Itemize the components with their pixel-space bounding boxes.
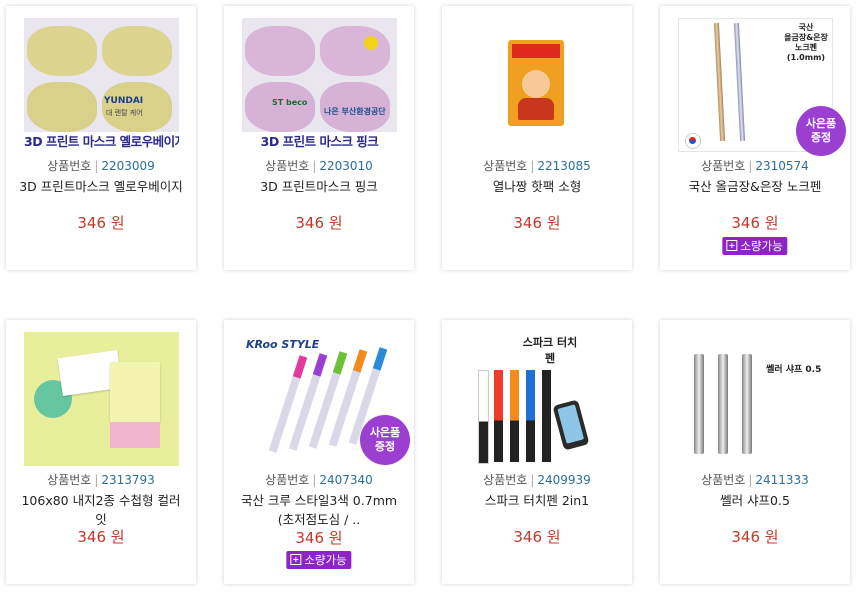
code-label: 상품번호 — [483, 159, 528, 173]
silver-pen — [733, 22, 746, 142]
plus-box-icon — [726, 240, 738, 251]
product-code-line: 상품번호 | 2213085 — [483, 159, 591, 173]
product-code: 2213085 — [537, 159, 591, 173]
product-code: 2411333 — [755, 473, 809, 487]
product-name[interactable]: 국산 크루 스타일3색 0.7mm (초저점도심 / .. — [234, 491, 404, 529]
product-code: 2310574 — [755, 159, 809, 173]
mask-logo-sub: 나은 부산환경공단 — [324, 107, 386, 116]
small-quantity-badge: 소량가능 — [722, 237, 788, 255]
product-image[interactable] — [24, 332, 179, 466]
product-name[interactable]: 쎌러 샤프0.5 — [670, 491, 840, 510]
code-label: 상품번호 — [265, 473, 310, 487]
product-price: 346 원 — [513, 214, 561, 232]
code-label: 상품번호 — [47, 159, 92, 173]
product-name[interactable]: 국산 올금장&은장 노크펜 — [670, 177, 840, 196]
product-price: 346 원 — [295, 214, 343, 232]
product-image[interactable]: 스파크 터치펜 — [460, 332, 615, 466]
mask-logo: ST beco — [272, 98, 308, 107]
gift-badge: 사은품 증정 — [796, 106, 846, 156]
product-card[interactable]: KRoo STYLE 사은품 증정 상품번호 | 2407340 국산 크루 스타일… — [224, 320, 414, 584]
product-image[interactable] — [460, 18, 615, 152]
code-label: 상품번호 — [701, 159, 746, 173]
product-card[interactable]: 상품번호 | 2213085 열나짱 핫팩 소형 346 원 — [442, 6, 632, 270]
product-code-line: 상품번호 | 2407340 — [265, 473, 373, 487]
product-image[interactable]: 쎌러 샤프 0.5 — [678, 332, 833, 466]
promo-title: 쎌러 샤프 0.5 — [766, 365, 822, 375]
promo-title: 국산 올금장&은장 노크펜 (1.0mm) — [784, 23, 828, 62]
product-card[interactable]: 쎌러 샤프 0.5 상품번호 | 2411333 쎌러 샤프0.5 346 원 — [660, 320, 850, 584]
product-name[interactable]: 3D 프린트마스크 핑크 — [234, 177, 404, 196]
product-code: 2409939 — [537, 473, 591, 487]
product-card[interactable]: YUNDAI 대 렌탈 케어 3D 프린트 마스크 옐로우베이지 상품번호 | 22… — [6, 6, 196, 270]
mask-logo: YUNDAI — [104, 96, 144, 106]
product-price: 346 원 — [77, 214, 125, 232]
small-quantity-badge: 소량가능 — [286, 551, 352, 569]
product-card[interactable]: 국산 올금장&은장 노크펜 (1.0mm) 사은품 증정 상품번호 | 231057… — [660, 6, 850, 270]
product-code: 2407340 — [319, 473, 373, 487]
product-name[interactable]: 열나짱 핫팩 소형 — [452, 177, 622, 196]
plus-box-icon — [290, 554, 302, 565]
product-price: 346 원 — [513, 528, 561, 546]
product-code: 2203009 — [101, 159, 155, 173]
product-card[interactable]: 상품번호 | 2313793 106x80 내지2종 수첩형 컬러잇 346 원 — [6, 320, 196, 584]
image-banner: 3D 프린트 마스크 핑크 — [242, 132, 397, 152]
gift-badge: 사은품 증정 — [360, 415, 410, 465]
product-code-line: 상품번호 | 2411333 — [701, 473, 809, 487]
image-banner: 3D 프린트 마스크 옐로우베이지 — [24, 132, 179, 152]
mask-logo-sub: 대 렌탈 케어 — [106, 109, 143, 117]
product-name[interactable]: 3D 프린트마스크 옐로우베이지 — [16, 177, 186, 196]
code-label: 상품번호 — [47, 473, 92, 487]
product-card[interactable]: ST beco 나은 부산환경공단 3D 프린트 마스크 핑크 상품번호 | 220… — [224, 6, 414, 270]
product-name[interactable]: 스파크 터치펜 2in1 — [452, 491, 622, 510]
product-code-line: 상품번호 | 2409939 — [483, 473, 591, 487]
product-price: 346 원 — [731, 214, 779, 232]
hotpack-image — [508, 40, 564, 126]
product-code-line: 상품번호 | 2313793 — [47, 473, 155, 487]
brand-logo: KRoo STYLE — [246, 338, 320, 351]
product-code: 2313793 — [101, 473, 155, 487]
code-label: 상품번호 — [265, 159, 310, 173]
promo-title: 스파크 터치펜 — [522, 336, 578, 365]
product-image[interactable]: YUNDAI 대 렌탈 케어 3D 프린트 마스크 옐로우베이지 — [24, 18, 179, 152]
code-label: 상품번호 — [701, 473, 746, 487]
product-code-line: 상품번호 | 2310574 — [701, 159, 809, 173]
product-code-line: 상품번호 | 2203009 — [47, 159, 155, 173]
product-price: 346 원 — [77, 528, 125, 546]
product-image[interactable]: ST beco 나은 부산환경공단 3D 프린트 마스크 핑크 — [242, 18, 397, 152]
product-card[interactable]: 스파크 터치펜 상품번호 | 2409939 스파크 터치펜 2in1 346 원 — [442, 320, 632, 584]
product-name[interactable]: 106x80 내지2종 수첩형 컬러잇 — [16, 491, 186, 529]
product-code: 2203010 — [319, 159, 373, 173]
gold-pen — [713, 22, 726, 142]
product-price: 346 원 — [731, 528, 779, 546]
product-code-line: 상품번호 | 2203010 — [265, 159, 373, 173]
code-label: 상품번호 — [483, 473, 528, 487]
product-price: 346 원 — [295, 529, 343, 547]
